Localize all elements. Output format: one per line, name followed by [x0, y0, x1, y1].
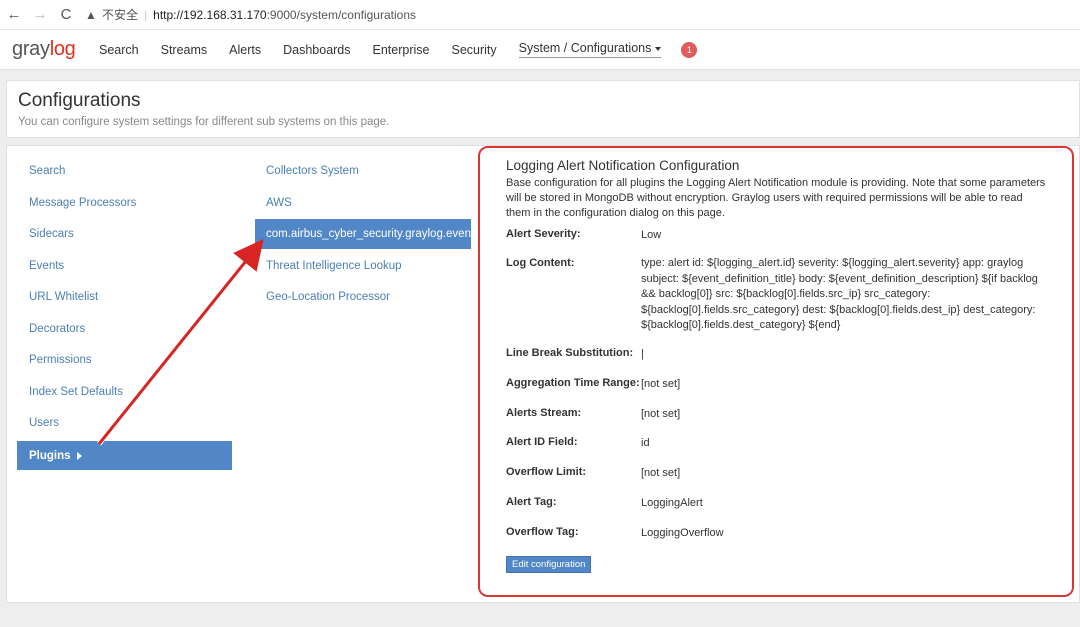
- field-value-log-content: type: alert id: ${logging_alert.id} seve…: [641, 257, 1038, 331]
- field-label-line-break: Line Break Substitution:: [506, 347, 634, 359]
- submenu-item-aws[interactable]: AWS: [266, 197, 292, 209]
- menu-item-users[interactable]: Users: [29, 417, 59, 429]
- submenu-item-geo-location[interactable]: Geo-Location Processor: [266, 291, 390, 303]
- field-label-overflow-tag: Overflow Tag:: [506, 526, 579, 538]
- submenu-item-collectors-system[interactable]: Collectors System: [266, 165, 359, 177]
- menu-item-decorators[interactable]: Decorators: [29, 323, 85, 335]
- graylog-logo[interactable]: graylog: [12, 38, 92, 61]
- insecure-label: 不安全: [102, 8, 139, 22]
- menu-item-url-whitelist[interactable]: URL Whitelist: [29, 291, 98, 303]
- menu-item-plugins-label: Plugins: [29, 449, 71, 462]
- menu-item-events[interactable]: Events: [29, 260, 64, 272]
- field-value-overflow-limit: [not set]: [641, 467, 681, 479]
- field-label-alert-tag: Alert Tag:: [506, 496, 557, 508]
- edit-configuration-button[interactable]: Edit configuration: [506, 556, 592, 573]
- nav-security[interactable]: Security: [452, 43, 497, 57]
- field-label-alert-severity: Alert Severity:: [506, 228, 581, 240]
- field-label-overflow-limit: Overflow Limit:: [506, 466, 587, 478]
- page-description: You can configure system settings for di…: [18, 116, 390, 128]
- field-value-alert-id-field: id: [641, 437, 650, 449]
- field-label-alerts-stream: Alerts Stream:: [506, 407, 582, 419]
- logo-text-right: log: [49, 38, 76, 60]
- chevron-right-icon: [76, 451, 82, 460]
- url-path: :9000/system/configurations: [266, 7, 416, 22]
- field-value-alerts-stream: [not set]: [641, 408, 681, 420]
- warning-icon: ▲: [85, 7, 97, 22]
- forward-button[interactable]: →: [28, 3, 52, 27]
- config-panel: Logging Alert Notification Configuration…: [478, 146, 1074, 597]
- menu-item-permissions[interactable]: Permissions: [29, 354, 92, 366]
- submenu-item-airbus-events-label: com.airbus_cyber_security.graylog.events…: [266, 228, 471, 240]
- config-title: Logging Alert Notification Configuration: [506, 158, 740, 173]
- reload-button[interactable]: C: [54, 3, 78, 27]
- submenu-item-airbus-events[interactable]: com.airbus_cyber_security.graylog.events…: [255, 219, 471, 249]
- address-bar[interactable]: ▲ 不安全 | http://192.168.31.170:9000/syste…: [84, 3, 416, 27]
- nav-alerts[interactable]: Alerts: [229, 43, 261, 57]
- nav-system-dropdown[interactable]: System / Configurations: [518, 41, 662, 58]
- app-header: graylog Search Streams Alerts Dashboards…: [0, 30, 1080, 70]
- nav-streams[interactable]: Streams: [161, 43, 208, 57]
- notification-badge[interactable]: 1: [681, 41, 698, 58]
- url-text: http://192.168.31.170:9000/system/config…: [153, 8, 416, 22]
- page-title: Configurations: [18, 90, 141, 111]
- menu-item-index-set-defaults[interactable]: Index Set Defaults: [29, 386, 123, 398]
- url-host: http://192.168.31.170: [153, 7, 267, 22]
- field-label-log-content: Log Content:: [506, 257, 575, 269]
- field-value-overflow-tag: LoggingOverflow: [641, 527, 724, 539]
- field-value-line-break: |: [641, 348, 644, 360]
- field-value-alert-tag: LoggingAlert: [641, 497, 703, 509]
- menu-item-message-processors[interactable]: Message Processors: [29, 197, 136, 209]
- menu-item-plugins[interactable]: Plugins: [17, 441, 232, 470]
- field-label-alert-id-field: Alert ID Field:: [506, 436, 578, 448]
- nav-dashboards[interactable]: Dashboards: [283, 43, 350, 57]
- nav-search[interactable]: Search: [99, 43, 139, 57]
- nav-enterprise[interactable]: Enterprise: [373, 43, 430, 57]
- field-label-aggregation-time-range: Aggregation Time Range:: [506, 377, 640, 389]
- menu-item-search[interactable]: Search: [29, 165, 65, 177]
- url-separator: |: [144, 7, 148, 22]
- caret-down-icon: [655, 46, 662, 51]
- back-button[interactable]: ←: [2, 3, 26, 27]
- nav-system-label: System / Configurations: [518, 41, 652, 55]
- logo-text-left: gray: [12, 38, 50, 60]
- config-description: Base configuration for all plugins the L…: [506, 177, 1046, 219]
- submenu-item-threat-intelligence[interactable]: Threat Intelligence Lookup: [266, 260, 402, 272]
- browser-toolbar: ← → C ▲ 不安全 | http://192.168.31.170:9000…: [0, 0, 1080, 30]
- menu-item-sidecars[interactable]: Sidecars: [29, 228, 74, 240]
- field-value-aggregation-time-range: [not set]: [641, 378, 681, 390]
- field-value-alert-severity: Low: [641, 229, 662, 241]
- page-header: Configurations You can configure system …: [6, 80, 1080, 138]
